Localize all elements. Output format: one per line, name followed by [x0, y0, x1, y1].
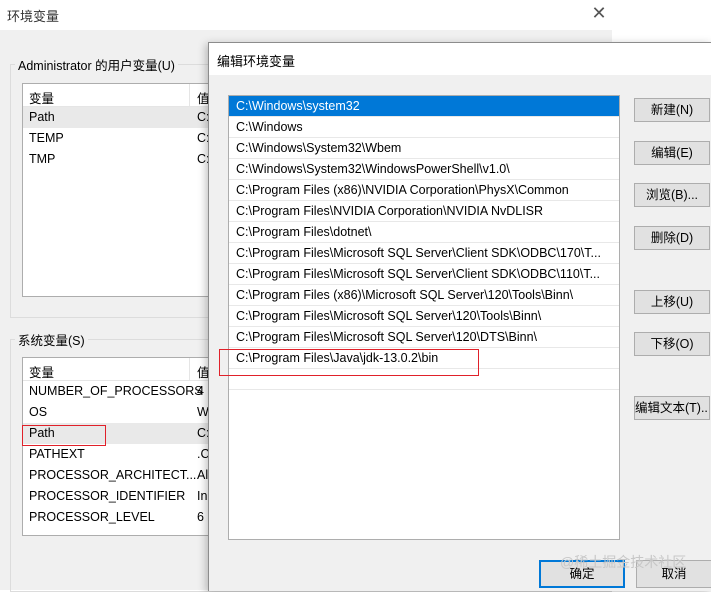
new-button[interactable]: 新建(N)	[634, 98, 710, 122]
variable-name: Path	[29, 110, 55, 124]
edit-environment-variable-dialog: 编辑环境变量 C:\Windows\system32 C:\Windows C:…	[208, 42, 711, 591]
variable-name: Path	[29, 426, 55, 440]
path-entry: C:\Program Files\dotnet\	[236, 225, 372, 239]
column-divider[interactable]	[189, 84, 190, 106]
path-entries-list[interactable]: C:\Windows\system32 C:\Windows C:\Window…	[228, 95, 620, 540]
path-entry: C:\Program Files\Java\jdk-13.0.2\bin	[236, 351, 439, 365]
variable-name: PATHEXT	[29, 447, 85, 461]
path-entry: C:\Program Files\Microsoft SQL Server\12…	[236, 330, 538, 344]
move-up-button[interactable]: 上移(U)	[634, 290, 710, 314]
list-item[interactable]: C:\Windows\System32\WindowsPowerShell\v1…	[229, 159, 619, 180]
list-item[interactable]: C:\Windows\System32\Wbem	[229, 138, 619, 159]
path-entry: C:\Program Files\NVIDIA Corporation\NVID…	[236, 204, 544, 218]
list-item[interactable]	[229, 369, 619, 390]
path-entry: C:\Program Files\Microsoft SQL Server\Cl…	[236, 267, 600, 281]
list-item[interactable]: C:\Program Files\Microsoft SQL Server\12…	[229, 306, 619, 327]
dialog-title-bar: 编辑环境变量	[209, 43, 711, 75]
list-item[interactable]: C:\Program Files\dotnet\	[229, 222, 619, 243]
path-entry: C:\Program Files\Microsoft SQL Server\12…	[236, 309, 542, 323]
path-entry: C:\Program Files (x86)\Microsoft SQL Ser…	[236, 288, 574, 302]
system-variables-legend: 系统变量(S)	[15, 330, 88, 349]
list-item[interactable]: C:\Program Files (x86)\NVIDIA Corporatio…	[229, 180, 619, 201]
browse-button[interactable]: 浏览(B)...	[634, 183, 710, 207]
list-item[interactable]: C:\Windows	[229, 117, 619, 138]
column-header-variable[interactable]: 变量	[29, 88, 54, 107]
variable-name: TMP	[29, 152, 56, 166]
delete-button[interactable]: 删除(D)	[634, 226, 710, 250]
move-down-button[interactable]: 下移(O)	[634, 332, 710, 356]
variable-name: PROCESSOR_LEVEL	[29, 510, 155, 524]
list-item[interactable]: C:\Program Files\NVIDIA Corporation\NVID…	[229, 201, 619, 222]
variable-name: PROCESSOR_IDENTIFIER	[29, 489, 186, 503]
variable-value: In	[197, 489, 208, 503]
column-divider[interactable]	[189, 358, 190, 380]
close-icon[interactable]: ✕	[588, 2, 610, 24]
list-item[interactable]: C:\Program Files\Microsoft SQL Server\Cl…	[229, 243, 619, 264]
variable-value: 4	[197, 384, 204, 398]
path-entry: C:\Program Files (x86)\NVIDIA Corporatio…	[236, 183, 569, 197]
list-item[interactable]: C:\Program Files\Java\jdk-13.0.2\bin	[229, 348, 619, 369]
list-item[interactable]: C:\Program Files\Microsoft SQL Server\Cl…	[229, 264, 619, 285]
dialog-title: 编辑环境变量	[217, 54, 296, 69]
title-bar: 环境变量 ✕	[0, 0, 612, 30]
edit-text-button[interactable]: 编辑文本(T)...	[634, 396, 710, 420]
watermark: @稀土掘金技术社区	[560, 554, 687, 570]
user-variables-legend: Administrator 的用户变量(U)	[15, 55, 178, 74]
variable-name: OS	[29, 405, 48, 419]
list-item[interactable]: C:\Program Files (x86)\Microsoft SQL Ser…	[229, 285, 619, 306]
path-entry: C:\Windows\System32\Wbem	[236, 141, 402, 155]
variable-name: TEMP	[29, 131, 64, 145]
path-entry: C:\Program Files\Microsoft SQL Server\Cl…	[236, 246, 601, 260]
edit-button[interactable]: 编辑(E)	[634, 141, 710, 165]
list-item[interactable]: C:\Windows\system32	[229, 96, 619, 117]
path-entry: C:\Windows\System32\WindowsPowerShell\v1…	[236, 162, 510, 176]
window-title: 环境变量	[7, 9, 60, 24]
list-item[interactable]: C:\Program Files\Microsoft SQL Server\12…	[229, 327, 619, 348]
variable-name: PROCESSOR_ARCHITECT...	[29, 468, 197, 482]
path-entry: C:\Windows\system32	[236, 99, 360, 113]
variable-value: Al	[197, 468, 209, 482]
variable-value: 6	[197, 510, 204, 524]
variable-name: NUMBER_OF_PROCESSORS	[29, 384, 203, 398]
column-header-variable[interactable]: 变量	[29, 362, 54, 381]
path-entry: C:\Windows	[236, 120, 303, 134]
